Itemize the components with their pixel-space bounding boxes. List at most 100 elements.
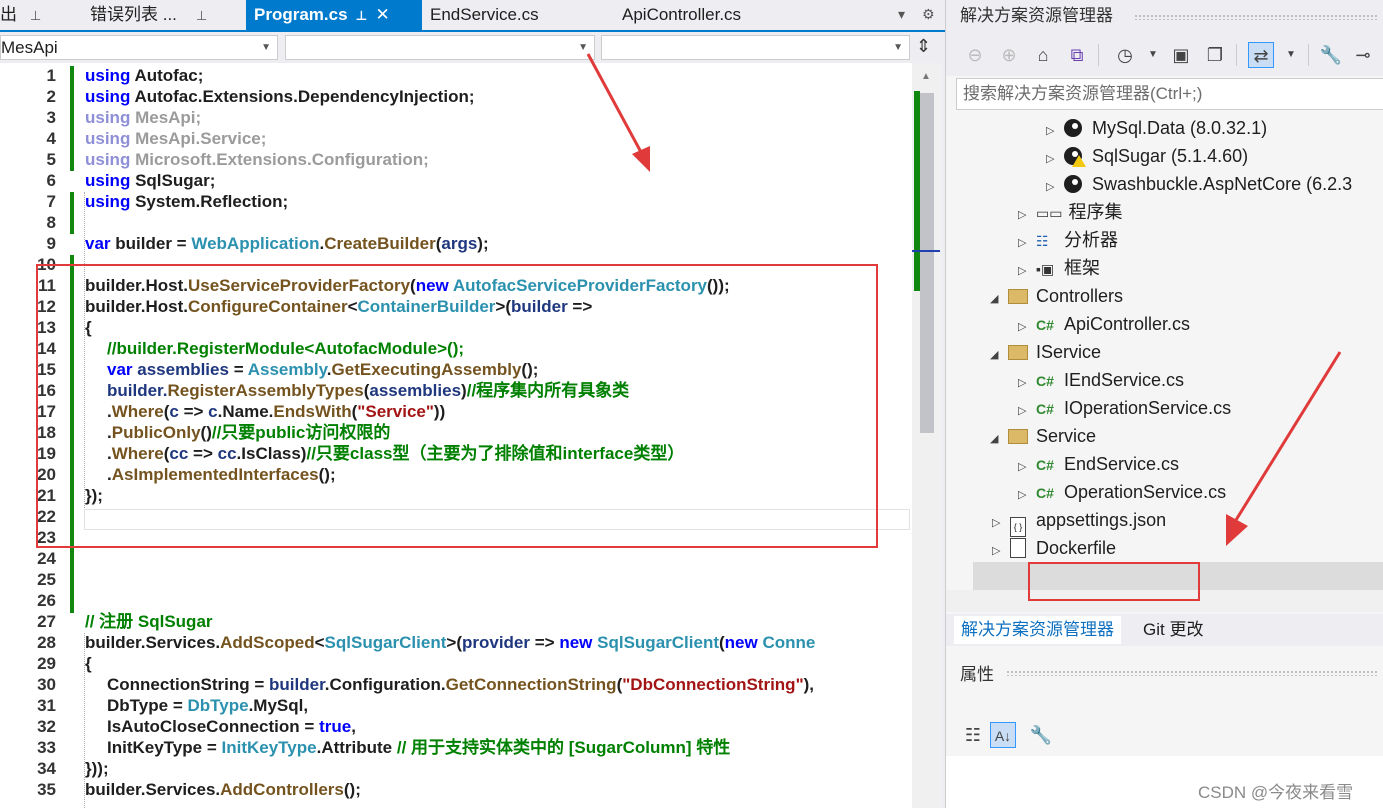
collapsed-arrow-icon[interactable]: ▷ [1018,257,1036,285]
type-combo[interactable]: ▼ [285,35,595,60]
expanded-arrow-icon[interactable]: ◢ [990,285,1008,313]
categorized-icon[interactable]: ☷ [960,722,986,748]
switch-views-icon[interactable]: ⧉ [1064,42,1090,68]
preview-selected-icon[interactable]: ⊸ [1350,42,1376,68]
gear-icon[interactable]: ⚙ [922,6,935,23]
code-line[interactable]: })); [85,758,109,779]
code-line[interactable]: using Microsoft.Extensions.Configuration… [85,149,429,170]
property-pages-wrench-icon[interactable]: 🔧 [1028,722,1054,748]
tree-item[interactable]: ▷{ } appsettings.json [992,506,1166,537]
code-line[interactable]: { [85,653,92,674]
code-line[interactable]: using Autofac; [85,65,203,86]
line-number: 9 [46,234,56,253]
code-line[interactable]: var builder = WebApplication.CreateBuild… [85,233,489,254]
tree-item[interactable]: ▷ C# IEndService.cs [1018,366,1184,394]
show-all-files-icon[interactable]: ❐ [1202,42,1228,68]
collapsed-arrow-icon[interactable]: ▷ [992,537,1010,565]
back-icon[interactable]: ⊖ [962,42,988,68]
folder-icon [1008,289,1028,304]
code-line[interactable]: // 注册 SqlSugar [85,611,213,632]
tree-item[interactable]: ◢ Service [990,422,1096,450]
tab-output[interactable]: 出 [0,0,22,30]
code-line[interactable]: builder.Services.AddControllers(); [85,779,361,800]
tree-item-label: 框架 [1064,258,1100,278]
expanded-arrow-icon[interactable]: ◢ [990,425,1008,453]
collapsed-arrow-icon[interactable]: ▷ [1018,453,1036,481]
title-grip[interactable] [1006,670,1378,676]
tab-program[interactable]: Program.cs ⊥ ✕ [246,0,422,30]
scroll-up-icon[interactable]: ▲ [921,71,931,82]
editor-scrollbar[interactable]: ▲ [912,63,942,808]
tree-item[interactable]: ▷ Swashbuckle.AspNetCore (6.2.3 [1046,170,1352,198]
code-line[interactable]: DbType = DbType.MySql, [107,695,308,716]
code-token: , [351,717,356,736]
code-line[interactable]: InitKeyType = InitKeyType.Attribute // 用… [107,737,730,758]
tree-item[interactable]: ▷ MySql.Data (8.0.32.1) [1046,114,1267,142]
code-line[interactable]: using MesApi; [85,107,201,128]
collapsed-arrow-icon[interactable]: ▷ [1018,481,1036,509]
code-line[interactable]: using SqlSugar; [85,170,215,191]
tab-endservice[interactable]: EndService.cs [430,0,580,30]
tree-item[interactable]: ▷ C# IOperationService.cs [1018,394,1231,422]
tree-item[interactable]: ▷ ☷ 分析器 [1018,226,1118,254]
tree-item[interactable]: ▷ C# EndService.cs [1018,450,1179,478]
code-token: = [206,738,217,757]
history-icon[interactable]: ◷ [1112,42,1138,68]
tree-item[interactable]: ▷ SqlSugar (5.1.4.60) [1046,142,1248,170]
tree-item[interactable]: ▷ ▭▭ 程序集 [1018,198,1122,226]
collapsed-arrow-icon[interactable]: ▷ [992,509,1010,537]
tab-dropdown-icon[interactable]: ▾ [898,6,905,23]
solution-search-input[interactable]: 搜索解决方案资源管理器(Ctrl+;) [956,78,1383,110]
collapsed-arrow-icon[interactable]: ▷ [1018,397,1036,425]
tree-item[interactable]: ▷ C# OperationService.cs [1018,478,1226,506]
collapsed-arrow-icon[interactable]: ▷ [1046,117,1064,145]
tree-item[interactable]: ▷ Dockerfile [992,534,1116,562]
code-line[interactable]: IsAutoCloseConnection = true, [107,716,356,737]
tab-pin-icon[interactable]: ⊥ [30,0,50,30]
code-token: using [85,129,131,148]
tree-item-label: SqlSugar (5.1.4.60) [1092,146,1249,166]
code-line[interactable]: using Autofac.Extensions.DependencyInjec… [85,86,475,107]
close-icon[interactable]: ✕ [375,5,389,24]
pin-icon[interactable]: ⊥ [196,0,214,30]
code-line[interactable]: builder.Services.AddScoped<SqlSugarClien… [85,632,815,653]
properties-wrench-icon[interactable]: 🔧 [1318,42,1344,68]
collapsed-arrow-icon[interactable]: ▷ [1018,201,1036,229]
code-line[interactable]: using System.Reflection; [85,191,288,212]
tab-apicontroller[interactable]: ApiController.cs [622,0,822,30]
tab-error-list[interactable]: 错误列表 ... [90,0,190,30]
tree-item[interactable]: ▷ ▪▣ 框架 [1018,254,1100,282]
tab-program-label: Program.cs [254,5,348,24]
collapsed-arrow-icon[interactable]: ▷ [1018,369,1036,397]
code-token: using [85,66,131,85]
collapse-all-icon[interactable]: ▣ [1168,42,1194,68]
pin-icon[interactable]: ⊥ [356,8,368,23]
code-token: builder [269,675,325,694]
sort-alphabetical-icon[interactable]: A↓ [990,722,1016,748]
chevron-down-icon[interactable]: ▼ [1278,42,1304,68]
line-number: 33 [37,738,56,757]
code-line[interactable]: using MesApi.Service; [85,128,266,149]
collapsed-arrow-icon[interactable]: ▷ [1046,173,1064,201]
tree-item-label: IOperationService.cs [1064,398,1232,418]
code-token: SqlSugar; [135,171,216,190]
project-combo[interactable]: MesApi ▼ [0,35,278,60]
collapsed-arrow-icon[interactable]: ▷ [1018,229,1036,257]
collapsed-arrow-icon[interactable]: ▷ [1018,313,1036,341]
code-line[interactable]: ConnectionString = builder.Configuration… [107,674,814,695]
sync-active-document-icon[interactable]: ⇄ [1248,42,1274,68]
forward-icon[interactable]: ⊕ [996,42,1022,68]
title-grip[interactable] [1134,14,1378,20]
chevron-down-icon[interactable]: ▼ [1140,42,1166,68]
tree-item[interactable]: ◢ IService [990,338,1101,366]
scrollbar-thumb[interactable] [920,93,934,433]
tree-item[interactable]: ▷ C# ApiController.cs [1018,310,1190,338]
tree-item[interactable]: ◢ Controllers [990,282,1123,310]
home-icon[interactable]: ⌂ [1030,42,1056,68]
tab-solution-explorer[interactable]: 解决方案资源管理器 [954,616,1121,644]
tab-label: 解决方案资源管理器 [961,620,1114,639]
split-window-icon[interactable]: ⇕ [916,36,931,57]
tab-git-changes[interactable]: Git 更改 [1136,616,1210,644]
expanded-arrow-icon[interactable]: ◢ [990,341,1008,369]
collapsed-arrow-icon[interactable]: ▷ [1046,145,1064,173]
